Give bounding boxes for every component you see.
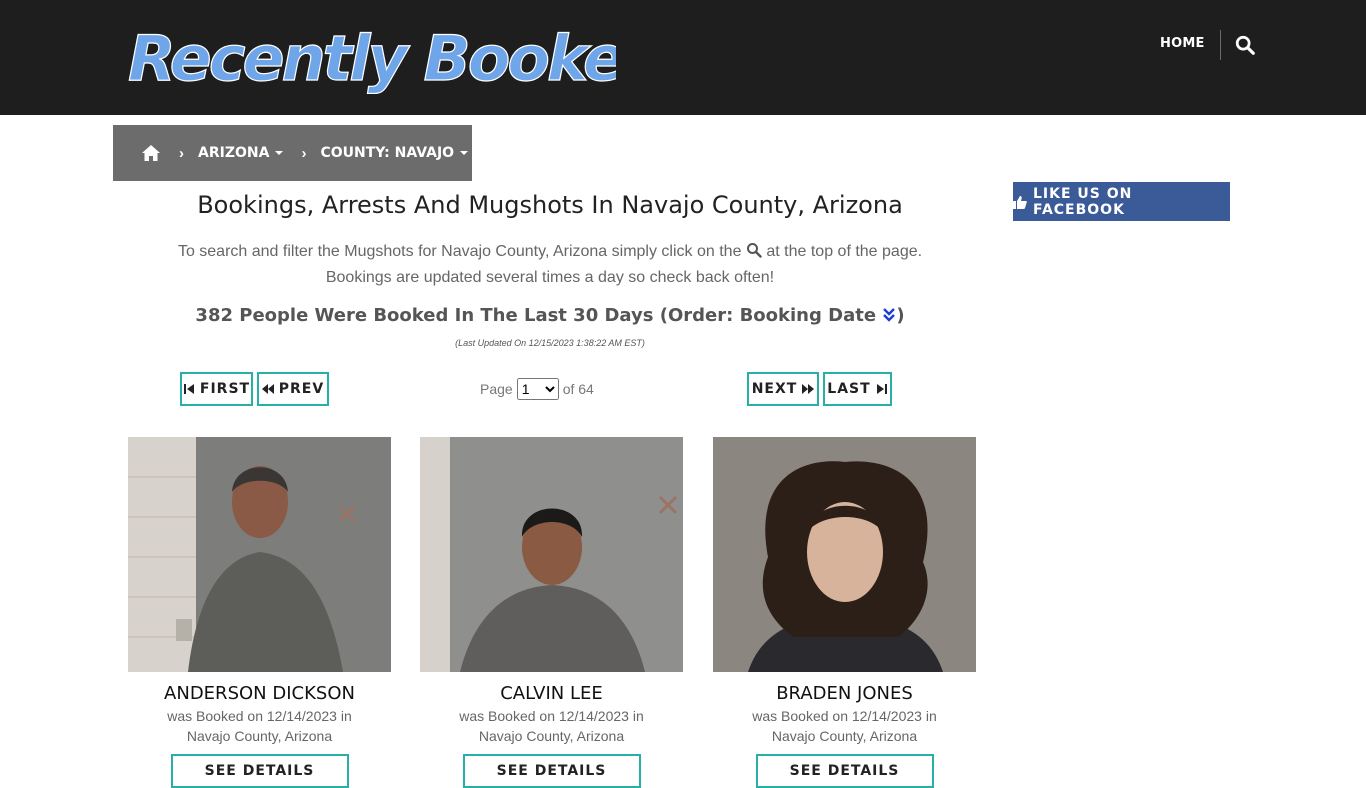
site-logo[interactable]: Recently Booked xyxy=(126,14,616,94)
facebook-like-label: LIKE US ON FACEBOOK xyxy=(1032,185,1133,218)
svg-text:Recently Booked: Recently Booked xyxy=(128,22,616,94)
intro-part1: To search and filter the Mugshots for Na… xyxy=(177,243,742,260)
prev-page-button[interactable]: PREV xyxy=(257,372,329,406)
site-header: Recently Booked HOME xyxy=(0,0,1366,115)
home-icon[interactable] xyxy=(141,144,161,162)
prev-page-label: PREV xyxy=(278,381,325,397)
booking-date-text: was Booked on 12/14/2023 in xyxy=(752,708,937,724)
next-page-label: NEXT xyxy=(751,381,798,397)
booking-date-text: was Booked on 12/14/2023 in xyxy=(167,708,352,724)
page-select[interactable]: 1 xyxy=(516,378,559,400)
step-backward-icon xyxy=(183,384,194,394)
step-forward-icon xyxy=(876,384,887,394)
breadcrumb-separator-icon: › xyxy=(179,144,184,162)
mugshot-photo[interactable] xyxy=(128,437,391,672)
booking-location-text: Navajo County, Arizona xyxy=(478,728,625,744)
breadcrumb: › ARIZONA › COUNTY: NAVAJO xyxy=(113,125,472,181)
forward-icon xyxy=(802,384,815,394)
last-page-button[interactable]: LAST xyxy=(823,372,892,406)
booking-count: 382 People Were Booked In The Last 30 Da… xyxy=(113,305,987,326)
first-page-label: FIRST xyxy=(199,381,251,397)
page-selector: Page 1 of 64 xyxy=(480,378,594,400)
intro-text: To search and filter the Mugshots for Na… xyxy=(113,239,987,291)
breadcrumb-county[interactable]: COUNTY: NAVAJO xyxy=(320,145,469,161)
last-updated: (Last Updated On 12/15/2023 1:38:22 AM E… xyxy=(455,338,645,348)
booking-location-text: Navajo County, Arizona xyxy=(186,728,333,744)
mugshot-photo[interactable] xyxy=(420,437,683,672)
booking-count-close: ) xyxy=(896,305,905,326)
breadcrumb-state-label: ARIZONA xyxy=(198,145,270,161)
booking-count-text: 382 People Were Booked In The Last 30 Da… xyxy=(195,305,877,326)
booking-info: was Booked on 12/14/2023 in Navajo Count… xyxy=(128,706,391,746)
facebook-like-button[interactable]: LIKE US ON FACEBOOK xyxy=(1013,182,1230,221)
booking-location-text: Navajo County, Arizona xyxy=(771,728,918,744)
see-details-button[interactable]: SEE DETAILS xyxy=(755,754,934,788)
thumbs-up-icon xyxy=(1013,195,1027,209)
intro-line2: Bookings are updated several times a day… xyxy=(325,269,775,286)
inmate-name[interactable]: ANDERSON DICKSON xyxy=(128,683,391,704)
caret-down-icon xyxy=(275,151,284,155)
search-icon xyxy=(746,243,762,258)
see-details-button[interactable]: SEE DETAILS xyxy=(462,754,641,788)
nav-home-link[interactable]: HOME xyxy=(1160,36,1205,51)
page-title: Bookings, Arrests And Mugshots In Navajo… xyxy=(197,191,903,219)
inmate-name[interactable]: CALVIN LEE xyxy=(420,683,683,704)
booking-card: ANDERSON DICKSON was Booked on 12/14/202… xyxy=(128,437,391,788)
booking-card: BRADEN JONES was Booked on 12/14/2023 in… xyxy=(713,437,976,788)
breadcrumb-state[interactable]: ARIZONA xyxy=(198,145,284,161)
booking-info: was Booked on 12/14/2023 in Navajo Count… xyxy=(420,706,683,746)
breadcrumb-county-label: COUNTY: NAVAJO xyxy=(320,145,455,161)
inmate-name[interactable]: BRADEN JONES xyxy=(713,683,976,704)
booking-info: was Booked on 12/14/2023 in Navajo Count… xyxy=(713,706,976,746)
next-page-button[interactable]: NEXT xyxy=(747,372,819,406)
see-details-button[interactable]: SEE DETAILS xyxy=(170,754,349,788)
nav-divider xyxy=(1220,30,1221,60)
page-total-label: of 64 xyxy=(562,381,594,397)
backward-icon xyxy=(261,384,274,394)
booking-card: CALVIN LEE was Booked on 12/14/2023 in N… xyxy=(420,437,683,788)
booking-date-text: was Booked on 12/14/2023 in xyxy=(459,708,644,724)
first-page-button[interactable]: FIRST xyxy=(180,372,253,406)
search-icon[interactable] xyxy=(1234,34,1256,56)
last-page-label: LAST xyxy=(827,381,871,397)
page-label: Page xyxy=(480,381,513,397)
sort-order-icon[interactable] xyxy=(882,307,896,323)
breadcrumb-separator-icon: › xyxy=(301,144,307,162)
mugshot-photo[interactable] xyxy=(713,437,976,672)
caret-down-icon xyxy=(460,151,469,155)
intro-part2: at the top of the page. xyxy=(766,243,923,260)
